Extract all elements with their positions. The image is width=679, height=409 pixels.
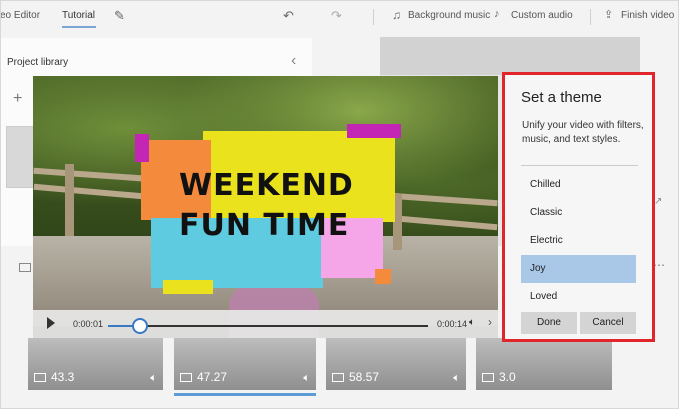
cancel-button[interactable]: Cancel [580, 312, 636, 334]
total-time: 0:00:14 [437, 319, 468, 329]
collapse-chevron-icon[interactable]: ‹ [291, 52, 296, 70]
video-clip-icon [180, 372, 192, 382]
storyboard-clip[interactable]: 58.57 🔈︎ [326, 338, 466, 390]
seek-bar[interactable] [108, 318, 428, 334]
playback-controls: 0:00:01 0:00:14 🔈︎ › [33, 310, 498, 338]
storyboard-image-icon[interactable] [19, 263, 31, 272]
export-icon: ⇪ [604, 9, 614, 21]
project-library-title: Project library [7, 57, 69, 68]
library-item-thumbnail[interactable] [6, 126, 34, 188]
expand-icon[interactable]: ↗ [654, 196, 662, 207]
theme-option-chilled[interactable]: Chilled [521, 171, 636, 199]
undo-icon[interactable]: ↶ [283, 8, 294, 24]
selected-clip-indicator [174, 393, 316, 396]
video-clip-icon [34, 372, 46, 382]
clip-duration: 47.27 [197, 370, 228, 384]
clip-duration: 3.0 [499, 370, 516, 384]
title-text-line-1: WEEKEND [179, 168, 354, 203]
seek-thumb[interactable] [132, 318, 148, 334]
theme-option-loved[interactable]: Loved [521, 283, 636, 311]
fence-post [65, 164, 74, 236]
theme-option-classic[interactable]: Classic [521, 199, 636, 227]
title-card-magenta-tab [135, 134, 149, 162]
set-theme-panel: Set a theme Unify your video with filter… [502, 72, 655, 342]
music-note-icon: ♫ [392, 8, 401, 22]
image-clip-icon [482, 372, 494, 382]
current-time: 0:00:01 [73, 319, 104, 329]
play-icon[interactable] [47, 317, 55, 329]
audio-icon[interactable]: 🔈︎ [303, 372, 310, 385]
storyboard-clip[interactable]: 43.3 🔈︎ [28, 338, 163, 390]
custom-audio-button[interactable]: Custom audio [511, 10, 573, 21]
preview-header-strip [380, 37, 640, 75]
clip-duration: 43.3 [51, 370, 75, 384]
background-music-button[interactable]: Background music [408, 10, 490, 21]
done-button[interactable]: Done [521, 312, 577, 334]
redo-icon[interactable]: ↷ [331, 8, 342, 24]
title-text-line-2: FUN TIME [179, 208, 350, 243]
chevron-right-icon[interactable]: › [488, 315, 492, 329]
volume-icon[interactable]: 🔈︎ [469, 317, 475, 328]
audio-icon[interactable]: 🔈︎ [150, 372, 157, 385]
storyboard-clip[interactable]: 3.0 [476, 338, 612, 390]
audio-icon[interactable]: 🔈︎ [453, 372, 460, 385]
edit-icon[interactable]: ✎ [114, 8, 125, 24]
custom-audio-icon: ♪ [494, 8, 500, 20]
title-card-magenta-bar [347, 124, 401, 138]
tab-tutorial[interactable]: Tutorial [62, 10, 95, 21]
tab-underline [62, 26, 96, 28]
storyboard-clip[interactable]: 47.27 🔈︎ [174, 338, 316, 390]
toolbar-divider [373, 9, 374, 25]
finish-video-button[interactable]: Finish video [621, 10, 674, 21]
toolbar-divider [590, 9, 591, 25]
title-card-yellow-bar [163, 280, 213, 294]
theme-option-electric[interactable]: Electric [521, 227, 636, 255]
app-title: eo Editor [0, 10, 41, 21]
theme-option-joy[interactable]: Joy [521, 255, 636, 283]
add-icon[interactable]: + [13, 90, 22, 108]
video-preview[interactable]: WEEKEND FUN TIME [33, 76, 498, 338]
top-toolbar: eo Editor Tutorial ✎ ↶ ↷ ♫ Background mu… [0, 0, 679, 34]
theme-panel-title: Set a theme [521, 89, 602, 106]
video-clip-icon [332, 372, 344, 382]
clip-duration: 58.57 [349, 370, 380, 384]
theme-panel-divider [521, 165, 638, 166]
title-card-orange-square [375, 269, 391, 284]
theme-panel-description: Unify your video with filters, music, an… [522, 120, 644, 145]
